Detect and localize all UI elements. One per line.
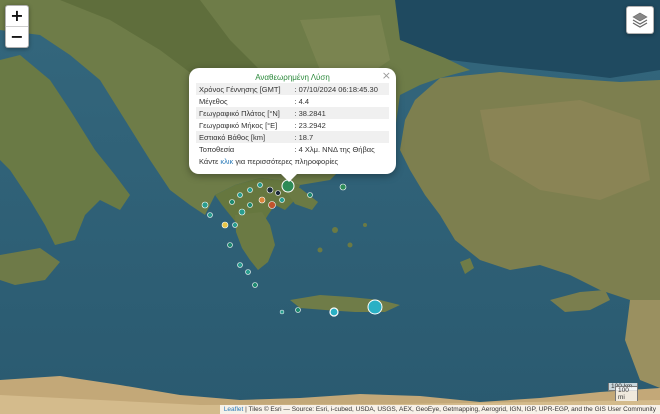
popup-title: Αναθεωρημένη Λύση xyxy=(255,73,330,82)
zoom-control: + − xyxy=(5,5,29,48)
row-label: Τοποθεσία xyxy=(199,144,235,154)
popup-details-table: Χρόνος Γέννησης [GMT]: 07/10/2024 06:18:… xyxy=(196,83,389,155)
table-row: Γεωγραφικό Πλάτος [°N]: 38.2841 xyxy=(196,107,389,119)
row-label: Γεωγραφικό Πλάτος [°N] xyxy=(196,107,292,119)
layers-icon xyxy=(632,12,648,28)
earthquake-marker xyxy=(329,307,339,317)
earthquake-marker xyxy=(229,199,235,205)
row-value: : 23.2942 xyxy=(294,120,326,130)
row-value: : 07/10/2024 06:18:45.30 xyxy=(291,83,389,95)
earthquake-marker xyxy=(245,269,251,275)
more-suffix: για περισσότερες πληροφορίες xyxy=(233,157,339,166)
earthquake-marker xyxy=(279,197,285,203)
earthquake-marker xyxy=(252,282,258,288)
satellite-basemap xyxy=(0,0,660,414)
earthquake-marker-large xyxy=(367,299,383,315)
earthquake-marker xyxy=(279,309,285,315)
more-info-link[interactable]: κλικ xyxy=(220,157,233,166)
earthquake-marker xyxy=(238,208,246,216)
row-value: : 38.2841 xyxy=(291,107,389,119)
row-label: Χρόνος Γέννησης [GMT] xyxy=(196,83,292,95)
earthquake-marker xyxy=(307,192,313,198)
leaflet-link[interactable]: Leaflet xyxy=(224,406,244,413)
map-attribution: Leaflet | Tiles © Esri — Source: Esri, i… xyxy=(219,405,660,414)
row-value: : 4 Χλμ. ΝΝΔ της Θήβας xyxy=(294,144,375,154)
more-prefix: Κάντε xyxy=(199,157,221,166)
row-value: : 4.4 xyxy=(294,96,310,106)
earthquake-marker xyxy=(237,262,243,268)
earthquake-marker xyxy=(221,221,229,229)
earthquake-marker xyxy=(258,196,266,204)
table-row: Γεωγραφικό Μήκος [°E] : 23.2942 xyxy=(196,119,389,131)
earthquake-marker xyxy=(247,187,253,193)
earthquake-marker xyxy=(257,182,263,188)
zoom-out-button[interactable]: − xyxy=(6,26,28,47)
earthquake-marker xyxy=(266,186,274,194)
row-label: Εστιακό Βάθος [km] xyxy=(196,131,292,143)
scale-bar-mi: 100 mi xyxy=(615,386,638,401)
earthquake-marker xyxy=(227,242,233,248)
popup-close-button[interactable]: × xyxy=(382,69,391,82)
earthquake-marker xyxy=(247,202,253,208)
earthquake-marker xyxy=(339,183,347,191)
table-row: Μέγεθος : 4.4 xyxy=(196,95,389,107)
zoom-in-button[interactable]: + xyxy=(6,6,28,26)
row-label: Μέγεθος xyxy=(199,96,228,106)
table-row: Εστιακό Βάθος [km]: 18.7 xyxy=(196,131,389,143)
earthquake-popup: × Αναθεωρημένη Λύση Χρόνος Γέννησης [GMT… xyxy=(189,68,396,182)
map-view[interactable]: + − × Αναθεωρημένη Λύση Χρόνος Γέννησης … xyxy=(0,0,660,414)
popup-more-info: Κάντε κλικ για περισσότερες πληροφορίες xyxy=(196,157,389,166)
row-value: : 18.7 xyxy=(291,131,389,143)
attribution-text: | Tiles © Esri — Source: Esri, i-cubed, … xyxy=(243,406,656,413)
earthquake-marker xyxy=(268,201,276,209)
table-row: Τοποθεσία : 4 Χλμ. ΝΝΔ της Θήβας xyxy=(196,143,389,155)
earthquake-marker xyxy=(237,192,243,198)
earthquake-marker xyxy=(201,201,209,209)
layers-button[interactable] xyxy=(626,6,654,34)
earthquake-marker xyxy=(232,222,238,228)
row-label: Γεωγραφικό Μήκος [°E] xyxy=(199,120,278,130)
earthquake-marker xyxy=(275,190,281,196)
popup-tip xyxy=(281,174,297,182)
earthquake-marker xyxy=(295,307,301,313)
table-row: Χρόνος Γέννησης [GMT]: 07/10/2024 06:18:… xyxy=(196,83,389,95)
earthquake-marker xyxy=(207,212,213,218)
